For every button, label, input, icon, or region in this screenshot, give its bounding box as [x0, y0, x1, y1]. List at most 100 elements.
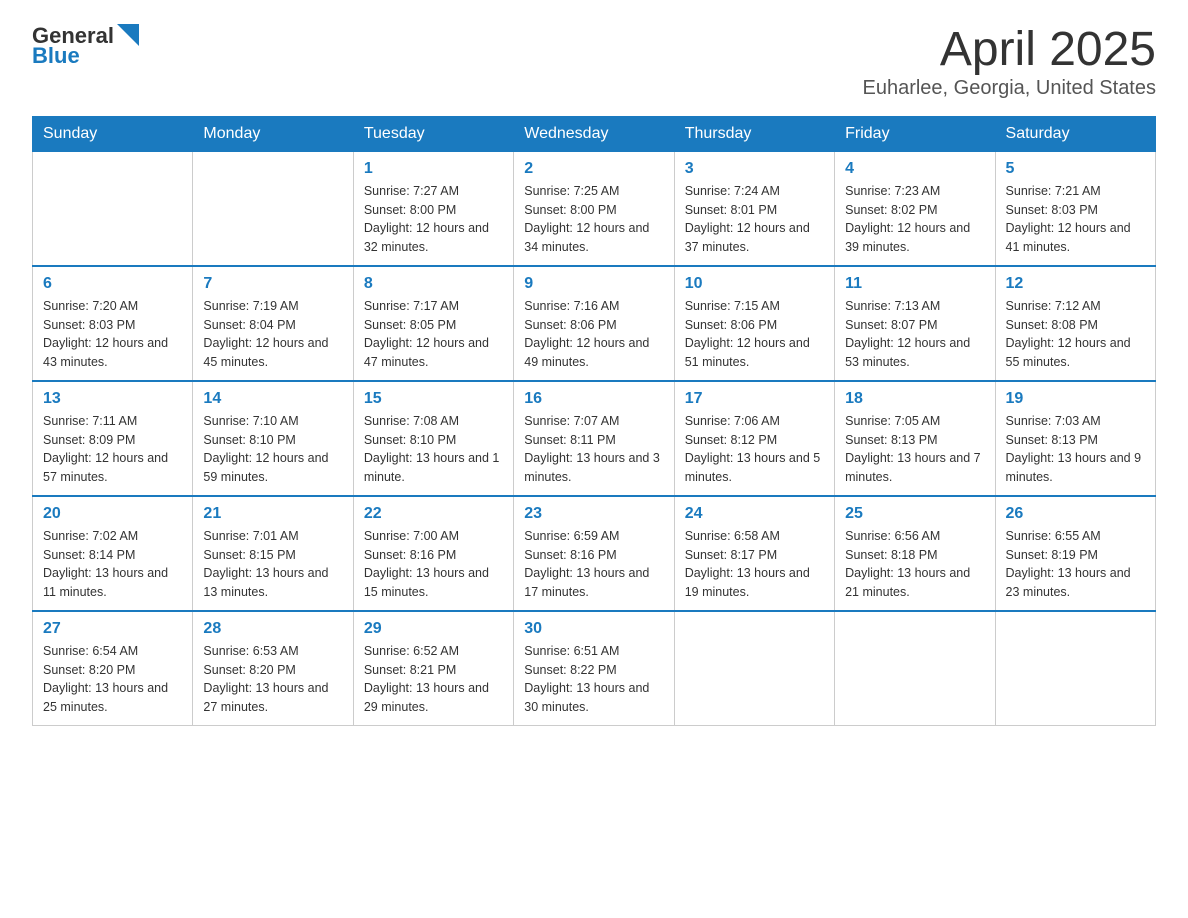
calendar-cell: 8Sunrise: 7:17 AMSunset: 8:05 PMDaylight… — [353, 266, 513, 381]
day-number: 23 — [524, 505, 663, 523]
day-number: 7 — [203, 275, 342, 293]
calendar-cell: 29 Sunrise: 6:52 AMSunset: 8:21 PMDayligh… — [353, 611, 513, 726]
calendar-day-header: Wednesday — [514, 116, 674, 151]
day-number: 30 — [524, 620, 663, 638]
day-info: Sunrise: 7:15 AMSunset: 8:06 PMDaylight:… — [685, 297, 824, 372]
calendar-cell: 23 Sunrise: 6:59 AMSunset: 8:16 PMDayligh… — [514, 496, 674, 611]
title-block: April 2025 Euharlee, Georgia, United Sta… — [862, 24, 1156, 100]
day-number: 9 — [524, 275, 663, 293]
page-subtitle: Euharlee, Georgia, United States — [862, 77, 1156, 100]
calendar-cell — [835, 611, 995, 726]
day-info: Sunrise: 7:08 AMSunset: 8:10 PMDaylight:… — [364, 412, 503, 487]
calendar-day-header: Thursday — [674, 116, 834, 151]
calendar-cell: 28 Sunrise: 6:53 AMSunset: 8:20 PMDayligh… — [193, 611, 353, 726]
day-info: Sunrise: 7:05 AMSunset: 8:13 PMDaylight:… — [845, 412, 984, 487]
day-number: 25 — [845, 505, 984, 523]
calendar-week-row: 13Sunrise: 7:11 AMSunset: 8:09 PMDayligh… — [33, 381, 1156, 496]
calendar-cell: 18 Sunrise: 7:05 AMSunset: 8:13 PMDayligh… — [835, 381, 995, 496]
calendar-cell: 12 Sunrise: 7:12 AMSunset: 8:08 PMDayligh… — [995, 266, 1155, 381]
calendar-cell: 11Sunrise: 7:13 AMSunset: 8:07 PMDayligh… — [835, 266, 995, 381]
calendar-cell: 22Sunrise: 7:00 AMSunset: 8:16 PMDayligh… — [353, 496, 513, 611]
day-info: Sunrise: 7:12 AMSunset: 8:08 PMDaylight:… — [1006, 297, 1145, 372]
day-info: Sunrise: 7:24 AMSunset: 8:01 PMDaylight:… — [685, 182, 824, 257]
day-info: Sunrise: 7:27 AMSunset: 8:00 PMDaylight:… — [364, 182, 503, 257]
calendar-cell: 25 Sunrise: 6:56 AMSunset: 8:18 PMDayligh… — [835, 496, 995, 611]
logo: General Blue — [32, 24, 139, 68]
day-number: 5 — [1006, 160, 1145, 178]
day-info: Sunrise: 6:58 AMSunset: 8:17 PMDaylight:… — [685, 527, 824, 602]
day-number: 4 — [845, 160, 984, 178]
day-info: Sunrise: 7:07 AMSunset: 8:11 PMDaylight:… — [524, 412, 663, 487]
day-number: 29 — [364, 620, 503, 638]
day-number: 8 — [364, 275, 503, 293]
day-info: Sunrise: 6:56 AMSunset: 8:18 PMDaylight:… — [845, 527, 984, 602]
calendar-day-header: Tuesday — [353, 116, 513, 151]
day-info: Sunrise: 7:19 AMSunset: 8:04 PMDaylight:… — [203, 297, 342, 372]
calendar-cell: 20 Sunrise: 7:02 AMSunset: 8:14 PMDayligh… — [33, 496, 193, 611]
calendar-cell: 15 Sunrise: 7:08 AMSunset: 8:10 PMDayligh… — [353, 381, 513, 496]
day-info: Sunrise: 6:52 AMSunset: 8:21 PMDaylight:… — [364, 642, 503, 717]
day-number: 28 — [203, 620, 342, 638]
day-info: Sunrise: 6:54 AMSunset: 8:20 PMDaylight:… — [43, 642, 182, 717]
day-info: Sunrise: 6:55 AMSunset: 8:19 PMDaylight:… — [1006, 527, 1145, 602]
calendar-cell: 26 Sunrise: 6:55 AMSunset: 8:19 PMDayligh… — [995, 496, 1155, 611]
calendar-cell: 27 Sunrise: 6:54 AMSunset: 8:20 PMDayligh… — [33, 611, 193, 726]
day-info: Sunrise: 6:51 AMSunset: 8:22 PMDaylight:… — [524, 642, 663, 717]
day-number: 22 — [364, 505, 503, 523]
day-number: 26 — [1006, 505, 1145, 523]
day-number: 27 — [43, 620, 182, 638]
calendar-cell: 9Sunrise: 7:16 AMSunset: 8:06 PMDaylight… — [514, 266, 674, 381]
day-number: 1 — [364, 160, 503, 178]
calendar-table: SundayMondayTuesdayWednesdayThursdayFrid… — [32, 116, 1156, 726]
calendar-cell: 3Sunrise: 7:24 AMSunset: 8:01 PMDaylight… — [674, 151, 834, 266]
day-info: Sunrise: 6:53 AMSunset: 8:20 PMDaylight:… — [203, 642, 342, 717]
day-number: 16 — [524, 390, 663, 408]
calendar-cell: 19 Sunrise: 7:03 AMSunset: 8:13 PMDayligh… — [995, 381, 1155, 496]
calendar-cell: 10 Sunrise: 7:15 AMSunset: 8:06 PMDayligh… — [674, 266, 834, 381]
day-info: Sunrise: 7:11 AMSunset: 8:09 PMDaylight:… — [43, 412, 182, 487]
calendar-day-header: Monday — [193, 116, 353, 151]
calendar-day-header: Saturday — [995, 116, 1155, 151]
calendar-cell: 13Sunrise: 7:11 AMSunset: 8:09 PMDayligh… — [33, 381, 193, 496]
day-info: Sunrise: 7:01 AMSunset: 8:15 PMDaylight:… — [203, 527, 342, 602]
day-number: 6 — [43, 275, 182, 293]
day-info: Sunrise: 6:59 AMSunset: 8:16 PMDaylight:… — [524, 527, 663, 602]
day-info: Sunrise: 7:21 AMSunset: 8:03 PMDaylight:… — [1006, 182, 1145, 257]
calendar-cell: 30 Sunrise: 6:51 AMSunset: 8:22 PMDayligh… — [514, 611, 674, 726]
day-number: 10 — [685, 275, 824, 293]
day-info: Sunrise: 7:03 AMSunset: 8:13 PMDaylight:… — [1006, 412, 1145, 487]
day-info: Sunrise: 7:25 AMSunset: 8:00 PMDaylight:… — [524, 182, 663, 257]
calendar-week-row: 27 Sunrise: 6:54 AMSunset: 8:20 PMDayligh… — [33, 611, 1156, 726]
logo-arrow-icon — [117, 24, 139, 46]
day-number: 21 — [203, 505, 342, 523]
day-info: Sunrise: 7:06 AMSunset: 8:12 PMDaylight:… — [685, 412, 824, 487]
day-number: 15 — [364, 390, 503, 408]
calendar-cell — [995, 611, 1155, 726]
calendar-cell: 17Sunrise: 7:06 AMSunset: 8:12 PMDayligh… — [674, 381, 834, 496]
calendar-cell: 24 Sunrise: 6:58 AMSunset: 8:17 PMDayligh… — [674, 496, 834, 611]
calendar-week-row: 6 Sunrise: 7:20 AMSunset: 8:03 PMDaylight… — [33, 266, 1156, 381]
day-number: 12 — [1006, 275, 1145, 293]
page-title: April 2025 — [862, 24, 1156, 77]
calendar-header-row: SundayMondayTuesdayWednesdayThursdayFrid… — [33, 116, 1156, 151]
day-info: Sunrise: 7:10 AMSunset: 8:10 PMDaylight:… — [203, 412, 342, 487]
calendar-cell: 4Sunrise: 7:23 AMSunset: 8:02 PMDaylight… — [835, 151, 995, 266]
calendar-day-header: Friday — [835, 116, 995, 151]
calendar-cell: 5 Sunrise: 7:21 AMSunset: 8:03 PMDaylight… — [995, 151, 1155, 266]
day-number: 20 — [43, 505, 182, 523]
logo-text-blue: Blue — [32, 44, 139, 68]
calendar-week-row: 20 Sunrise: 7:02 AMSunset: 8:14 PMDayligh… — [33, 496, 1156, 611]
day-number: 18 — [845, 390, 984, 408]
day-info: Sunrise: 7:20 AMSunset: 8:03 PMDaylight:… — [43, 297, 182, 372]
calendar-cell: 6 Sunrise: 7:20 AMSunset: 8:03 PMDaylight… — [33, 266, 193, 381]
calendar-cell — [193, 151, 353, 266]
calendar-cell: 21 Sunrise: 7:01 AMSunset: 8:15 PMDayligh… — [193, 496, 353, 611]
day-number: 19 — [1006, 390, 1145, 408]
calendar-cell — [33, 151, 193, 266]
calendar-cell — [674, 611, 834, 726]
calendar-day-header: Sunday — [33, 116, 193, 151]
day-info: Sunrise: 7:13 AMSunset: 8:07 PMDaylight:… — [845, 297, 984, 372]
day-number: 24 — [685, 505, 824, 523]
calendar-week-row: 1 Sunrise: 7:27 AMSunset: 8:00 PMDaylight… — [33, 151, 1156, 266]
day-info: Sunrise: 7:02 AMSunset: 8:14 PMDaylight:… — [43, 527, 182, 602]
